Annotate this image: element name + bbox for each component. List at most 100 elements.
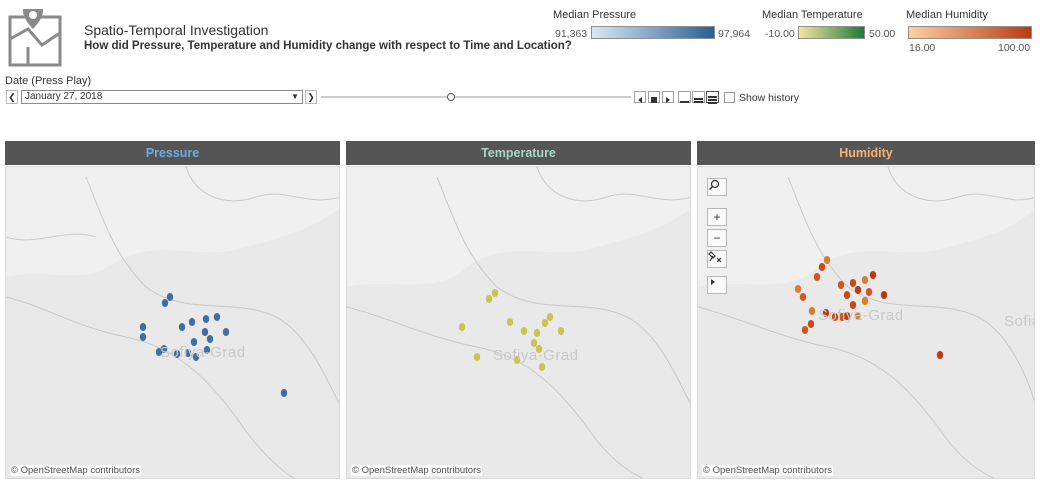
humidity-station-dot[interactable] — [849, 279, 857, 287]
pressure-station-dot[interactable] — [206, 335, 214, 343]
temperature-station-dot[interactable] — [541, 319, 549, 327]
date-dropdown[interactable]: January 27, 2018 ▼ — [21, 90, 303, 104]
humidity-map-attribution: © OpenStreetMap contributors — [702, 465, 833, 476]
pressure-station-dot[interactable] — [213, 313, 221, 321]
humidity-station-dot[interactable] — [813, 273, 821, 281]
humidity-station-dot[interactable] — [794, 285, 802, 293]
temperature-station-dot[interactable] — [533, 329, 541, 337]
humidity-station-dot[interactable] — [869, 271, 877, 279]
humidity-panel-title: Humidity — [697, 141, 1035, 165]
map-toolbar-expand-button[interactable] — [707, 276, 727, 294]
temperature-legend-max: 50.00 — [869, 28, 896, 40]
show-history-checkbox[interactable] — [724, 92, 735, 103]
humidity-station-dot[interactable] — [801, 326, 809, 334]
humidity-station-dot[interactable] — [808, 307, 816, 315]
temperature-map-city-label: Sofiya-Grad — [493, 347, 579, 364]
temperature-station-dot[interactable] — [458, 323, 466, 331]
pressure-legend-title: Median Pressure — [553, 9, 637, 21]
page-title: Spatio-Temporal Investigation — [84, 22, 269, 38]
speed-slow-button[interactable] — [678, 91, 691, 103]
pressure-map[interactable]: Sofiya-Grad © OpenStreetMap contributors — [5, 166, 340, 479]
temperature-station-dot[interactable] — [485, 295, 493, 303]
play-button[interactable] — [662, 91, 674, 103]
humidity-station-dot[interactable] — [807, 320, 815, 328]
date-dropdown-value: January 27, 2018 — [25, 91, 103, 102]
speed-medium-button[interactable] — [692, 91, 705, 103]
stop-icon — [651, 97, 657, 103]
temperature-station-dot[interactable] — [530, 339, 538, 347]
pin-icon — [708, 251, 722, 263]
humidity-station-dot[interactable] — [818, 263, 826, 271]
humidity-legend-title: Median Humidity — [906, 9, 988, 21]
pressure-legend-min: 91,363 — [555, 28, 588, 40]
temperature-station-dot[interactable] — [538, 363, 546, 371]
pressure-station-dot[interactable] — [139, 333, 147, 341]
pressure-station-dot[interactable] — [222, 328, 230, 336]
pressure-map-city-label: Sofiya-Grad — [160, 344, 246, 361]
temperature-legend-min: -10.00 — [765, 28, 795, 40]
step-back-icon — [638, 97, 642, 103]
date-filter-label: Date (Press Play) — [5, 75, 92, 87]
humidity-station-dot[interactable] — [865, 288, 873, 296]
temperature-station-dot[interactable] — [520, 327, 528, 335]
temperature-station-dot[interactable] — [506, 318, 514, 326]
speed-fast-button[interactable] — [706, 91, 719, 104]
pressure-station-dot[interactable] — [161, 299, 169, 307]
chevron-down-icon: ▼ — [291, 92, 299, 101]
temperature-station-dot[interactable] — [546, 313, 554, 321]
pressure-station-dot[interactable] — [166, 293, 174, 301]
date-slider-thumb[interactable] — [447, 93, 455, 101]
humidity-map-city-label: Sofiya-Grad — [818, 307, 904, 324]
humidity-station-dot[interactable] — [936, 351, 944, 359]
humidity-legend-min: 16.00 — [909, 42, 936, 54]
stop-button[interactable] — [648, 91, 660, 103]
temperature-map[interactable]: Sofiya-Grad © OpenStreetMap contributors — [346, 166, 691, 479]
humidity-station-dot[interactable] — [854, 286, 862, 294]
humidity-station-dot[interactable] — [861, 276, 869, 284]
pressure-station-dot[interactable] — [201, 328, 209, 336]
temperature-station-dot[interactable] — [491, 289, 499, 297]
temperature-station-dot[interactable] — [557, 327, 565, 335]
pressure-legend-max: 97,964 — [718, 28, 751, 40]
date-next-button[interactable]: ❯ — [305, 90, 317, 104]
speed-slow-icon — [680, 101, 689, 103]
play-icon — [666, 97, 670, 103]
humidity-station-dot[interactable] — [837, 281, 845, 289]
temperature-map-basemap — [347, 167, 690, 478]
humidity-legend-max: 100.00 — [998, 42, 1031, 54]
humidity-station-dot[interactable] — [861, 297, 869, 305]
speed-medium-icon — [694, 98, 703, 103]
temperature-legend-bar — [798, 26, 865, 39]
zoom-out-button[interactable]: − — [707, 229, 727, 247]
humidity-station-dot[interactable] — [843, 291, 851, 299]
map-pin-logo-icon — [8, 9, 62, 67]
arrow-right-icon — [711, 279, 715, 285]
speed-fast-icon — [708, 96, 717, 104]
map-search-button[interactable] — [707, 178, 727, 196]
humidity-map[interactable]: Sofiya-Grad Sofia + − © OpenStreetMap co… — [697, 166, 1035, 479]
pressure-station-dot[interactable] — [280, 389, 288, 397]
step-back-button[interactable] — [634, 91, 646, 103]
temperature-panel-title: Temperature — [346, 141, 691, 165]
pressure-map-basemap — [6, 167, 339, 478]
pressure-station-dot[interactable] — [178, 323, 186, 331]
page-subtitle: How did Pressure, Temperature and Humidi… — [84, 40, 572, 52]
humidity-station-dot[interactable] — [799, 293, 807, 301]
reset-map-button[interactable] — [707, 250, 727, 268]
temperature-station-dot[interactable] — [473, 353, 481, 361]
pressure-map-attribution: © OpenStreetMap contributors — [10, 465, 141, 476]
pressure-station-dot[interactable] — [188, 318, 196, 326]
humidity-legend-bar — [908, 26, 1032, 39]
date-slider-track[interactable] — [321, 96, 631, 98]
date-prev-button[interactable]: ❮ — [6, 90, 18, 104]
humidity-station-dot[interactable] — [823, 256, 831, 264]
temperature-legend-title: Median Temperature — [762, 9, 863, 21]
pressure-panel: Pressure Sofiya-Grad © OpenStreetMap con… — [5, 141, 340, 481]
temperature-panel: Temperature Sofiya-Grad © OpenStreetMap … — [346, 141, 691, 481]
pressure-station-dot[interactable] — [139, 323, 147, 331]
search-icon — [708, 179, 720, 191]
zoom-in-button[interactable]: + — [707, 208, 727, 226]
humidity-station-dot[interactable] — [880, 291, 888, 299]
pressure-station-dot[interactable] — [202, 315, 210, 323]
temperature-map-attribution: © OpenStreetMap contributors — [351, 465, 482, 476]
